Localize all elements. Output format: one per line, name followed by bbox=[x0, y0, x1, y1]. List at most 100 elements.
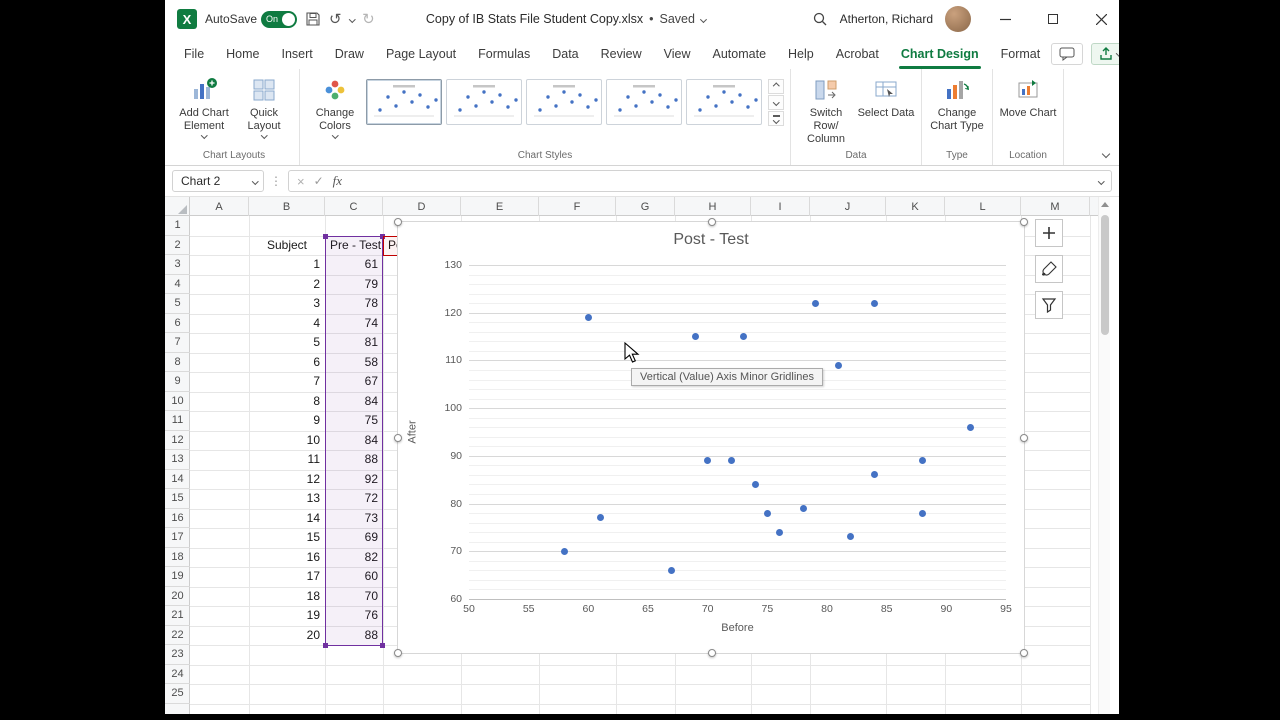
data-point[interactable] bbox=[799, 504, 807, 512]
save-icon[interactable] bbox=[305, 11, 321, 27]
formula-input[interactable] bbox=[351, 171, 1089, 191]
scrollbar-thumb[interactable] bbox=[1101, 215, 1109, 335]
column-header-D[interactable]: D bbox=[383, 197, 461, 216]
search-icon[interactable] bbox=[812, 11, 828, 27]
row-header-20[interactable]: 20 bbox=[165, 587, 190, 606]
comments-button[interactable] bbox=[1051, 42, 1084, 65]
data-point[interactable] bbox=[704, 457, 712, 465]
data-point[interactable] bbox=[966, 423, 974, 431]
row-header-11[interactable]: 11 bbox=[165, 411, 190, 431]
resize-handle-bottom-left[interactable] bbox=[394, 649, 402, 657]
cell-subject-11[interactable]: 11 bbox=[249, 450, 325, 470]
row-header-1[interactable]: 1 bbox=[165, 216, 190, 236]
data-point[interactable] bbox=[692, 333, 700, 341]
gallery-up-button[interactable] bbox=[768, 79, 784, 94]
tab-draw[interactable]: Draw bbox=[324, 38, 375, 69]
user-name[interactable]: Atherton, Richard bbox=[840, 12, 933, 26]
cell-subject-18[interactable]: 18 bbox=[249, 587, 325, 607]
chart-elements-button[interactable] bbox=[1035, 219, 1063, 247]
row-header-21[interactable]: 21 bbox=[165, 606, 190, 626]
change-colors-button[interactable]: Change Colors bbox=[306, 73, 364, 139]
column-header-M[interactable]: M bbox=[1021, 197, 1090, 216]
x-axis-title[interactable]: Before bbox=[469, 622, 1006, 634]
share-button[interactable] bbox=[1091, 42, 1119, 65]
ribbon-collapse-icon[interactable] bbox=[1101, 149, 1111, 159]
row-header-16[interactable]: 16 bbox=[165, 509, 190, 528]
cell-subject-5[interactable]: 5 bbox=[249, 333, 325, 353]
cell-subject-13[interactable]: 13 bbox=[249, 489, 325, 509]
quick-layout-button[interactable]: Quick Layout bbox=[235, 73, 293, 139]
column-header-G[interactable]: G bbox=[616, 197, 675, 216]
data-point[interactable] bbox=[596, 514, 604, 522]
row-header-14[interactable]: 14 bbox=[165, 470, 190, 489]
data-point[interactable] bbox=[739, 333, 747, 341]
column-header-E[interactable]: E bbox=[461, 197, 539, 216]
row-header-25[interactable]: 25 bbox=[165, 684, 190, 704]
chart-object[interactable]: Post - Test After Before Vertical (Value… bbox=[394, 218, 1028, 657]
tab-home[interactable]: Home bbox=[215, 38, 270, 69]
change-chart-type-button[interactable]: Change Chart Type bbox=[928, 73, 986, 133]
resize-handle-top-center[interactable] bbox=[708, 218, 716, 226]
cell-subject-7[interactable]: 7 bbox=[249, 372, 325, 392]
insert-function-icon[interactable]: fx bbox=[333, 173, 342, 189]
move-chart-button[interactable]: Move Chart bbox=[999, 73, 1057, 120]
autosave-toggle[interactable]: AutoSave On bbox=[205, 10, 298, 28]
column-header-I[interactable]: I bbox=[751, 197, 810, 216]
row-header-10[interactable]: 10 bbox=[165, 392, 190, 411]
close-button[interactable] bbox=[1083, 0, 1119, 38]
data-point[interactable] bbox=[584, 313, 592, 321]
row-header-22[interactable]: 22 bbox=[165, 626, 190, 645]
tab-formulas[interactable]: Formulas bbox=[467, 38, 541, 69]
switch-row-column-button[interactable]: Switch Row/ Column bbox=[797, 73, 855, 147]
column-header-A[interactable]: A bbox=[190, 197, 249, 216]
row-header-15[interactable]: 15 bbox=[165, 489, 190, 509]
cell-subject-16[interactable]: 16 bbox=[249, 548, 325, 568]
autosave-switch[interactable]: On bbox=[261, 10, 298, 28]
cell-subject-4[interactable]: 4 bbox=[249, 314, 325, 334]
data-point[interactable] bbox=[835, 361, 843, 369]
cell-subject-14[interactable]: 14 bbox=[249, 509, 325, 529]
row-header-8[interactable]: 8 bbox=[165, 353, 190, 372]
row-header-9[interactable]: 9 bbox=[165, 372, 190, 392]
gallery-more-button[interactable] bbox=[768, 111, 784, 126]
cell-subject-8[interactable]: 8 bbox=[249, 392, 325, 412]
formula-bar-grip[interactable]: ⋮ bbox=[270, 174, 282, 188]
resize-handle-top-left[interactable] bbox=[394, 218, 402, 226]
data-point[interactable] bbox=[775, 528, 783, 536]
name-box-dropdown-icon[interactable] bbox=[251, 177, 258, 185]
column-header-F[interactable]: F bbox=[539, 197, 616, 216]
vertical-scrollbar[interactable] bbox=[1098, 197, 1110, 714]
data-point[interactable] bbox=[763, 509, 771, 517]
tab-chart-design[interactable]: Chart Design bbox=[890, 38, 990, 69]
column-header-C[interactable]: C bbox=[325, 197, 383, 216]
cell-subject-3[interactable]: 3 bbox=[249, 294, 325, 314]
cell-subject-19[interactable]: 19 bbox=[249, 606, 325, 626]
cell-subject-header[interactable]: Subject bbox=[249, 236, 325, 256]
chart-style-thumb-5[interactable] bbox=[686, 79, 762, 125]
formula-field[interactable]: × ✓ fx bbox=[288, 170, 1112, 192]
cell-subject-20[interactable]: 20 bbox=[249, 626, 325, 646]
row-header-6[interactable]: 6 bbox=[165, 314, 190, 333]
data-point[interactable] bbox=[871, 299, 879, 307]
column-header-H[interactable]: H bbox=[675, 197, 751, 216]
tab-help[interactable]: Help bbox=[777, 38, 825, 69]
select-all-corner[interactable] bbox=[165, 197, 190, 216]
chart-style-thumb-2[interactable] bbox=[446, 79, 522, 125]
resize-handle-top-right[interactable] bbox=[1020, 218, 1028, 226]
data-point[interactable] bbox=[811, 299, 819, 307]
data-point[interactable] bbox=[847, 533, 855, 541]
chart-style-thumb-1[interactable] bbox=[366, 79, 442, 125]
row-header-24[interactable]: 24 bbox=[165, 665, 190, 684]
tab-data[interactable]: Data bbox=[541, 38, 589, 69]
resize-handle-bottom-right[interactable] bbox=[1020, 649, 1028, 657]
data-point[interactable] bbox=[560, 547, 568, 555]
chart-styles-button[interactable] bbox=[1035, 255, 1063, 283]
title-dropdown-icon[interactable] bbox=[700, 15, 707, 23]
row-header-23[interactable]: 23 bbox=[165, 645, 190, 665]
data-point[interactable] bbox=[728, 457, 736, 465]
cell-subject-2[interactable]: 2 bbox=[249, 275, 325, 295]
minimize-button[interactable] bbox=[987, 0, 1023, 38]
row-header-12[interactable]: 12 bbox=[165, 431, 190, 450]
cell-subject-6[interactable]: 6 bbox=[249, 353, 325, 373]
gallery-down-button[interactable] bbox=[768, 95, 784, 110]
